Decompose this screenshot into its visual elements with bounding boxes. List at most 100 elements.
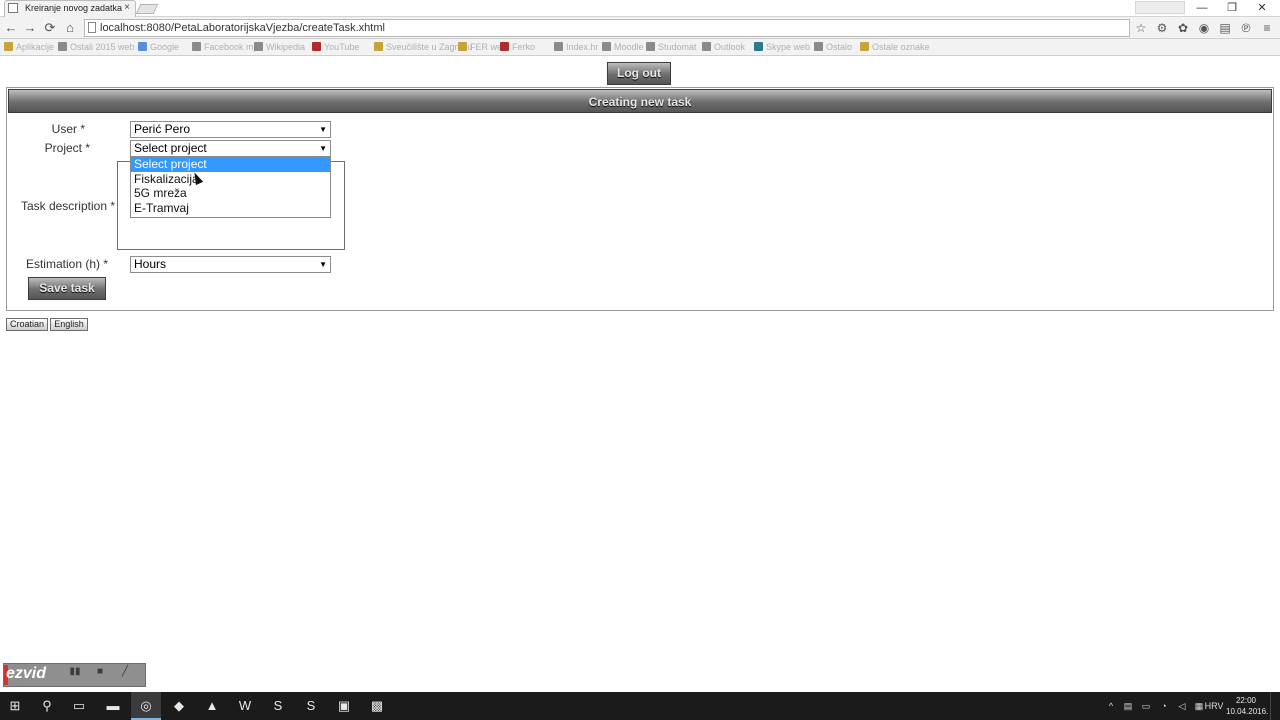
window-close-icon[interactable]: ✕ [1247, 0, 1277, 17]
visual-studio-icon[interactable]: ◆ [164, 692, 194, 720]
bookmark-item[interactable]: Ferko [500, 41, 552, 54]
home-icon[interactable]: ⌂ [61, 17, 79, 39]
bookmark-item[interactable]: FER web [458, 41, 507, 54]
user-select-value: Perić Pero [134, 122, 191, 136]
word-icon[interactable]: W [230, 692, 260, 720]
bookmark-item[interactable]: Ostalo [814, 41, 858, 54]
project-select-value: Select project [134, 141, 207, 155]
draw-icon[interactable]: ╱ [114, 665, 136, 685]
bookmark-item[interactable]: Skype web [754, 41, 812, 54]
bookmark-label: Ostalo [826, 42, 853, 52]
volume-icon[interactable]: ◁ [1174, 692, 1190, 720]
show-desktop-button[interactable] [1270, 692, 1280, 720]
bookmark-label: Ostali 2015 web [70, 42, 135, 52]
minimize-icon[interactable]: — [1187, 0, 1217, 17]
language-english-button[interactable]: English [50, 318, 88, 331]
bookmark-label: Skype web [766, 42, 811, 52]
tab-title: Kreiranje novog zadatka [25, 3, 123, 13]
stop-icon[interactable]: ■ [89, 665, 111, 685]
project-option[interactable]: Select project [131, 157, 330, 172]
forward-icon[interactable]: → [21, 17, 39, 39]
bookmark-item[interactable]: Google [138, 41, 190, 54]
bookmark-label: Index.hr [566, 42, 599, 52]
estimation-select[interactable]: Hours ▼ [130, 256, 331, 273]
bookmark-item[interactable]: YouTube [312, 41, 372, 54]
bookmark-icon [138, 42, 147, 51]
back-icon[interactable]: ← [2, 17, 20, 39]
task-description-label: Task description * [20, 199, 115, 213]
bookmark-icon [254, 42, 263, 51]
page-icon [88, 22, 96, 33]
skype-icon[interactable]: S [263, 692, 293, 720]
input-language[interactable]: HRV [1204, 692, 1224, 720]
bookmark-item[interactable]: Moodle [602, 41, 644, 54]
clock-time: 22:00 [1235, 696, 1257, 705]
reload-icon[interactable]: ⟳ [41, 17, 59, 39]
logout-button[interactable]: Log out [607, 62, 671, 85]
bookmark-icon [814, 42, 823, 51]
chevron-down-icon: ▼ [319, 125, 327, 134]
file-explorer-icon[interactable]: ▬ [98, 692, 128, 720]
bookmark-icon [192, 42, 201, 51]
chevron-down-icon: ▼ [319, 260, 327, 269]
user-select[interactable]: Perić Pero ▼ [130, 121, 331, 138]
bookmark-label: YouTube [324, 42, 360, 52]
bookmark-label: Outlook [714, 42, 746, 52]
bookmark-item[interactable]: Outlook [702, 41, 752, 54]
bookmark-icon [58, 42, 67, 51]
pause-icon[interactable]: ▮▮ [64, 665, 86, 685]
save-task-button[interactable]: Save task [28, 277, 106, 300]
project-select[interactable]: Select project ▼ [130, 140, 331, 157]
bookmark-label: Wikipedia [266, 42, 306, 52]
project-option[interactable]: Fiskalizacija [131, 172, 330, 187]
menu-icon[interactable]: ≡ [1258, 18, 1276, 38]
acrobat-icon[interactable]: ▲ [197, 692, 227, 720]
language-croatian-button[interactable]: Croatian [6, 318, 48, 331]
bookmark-star-icon[interactable]: ☆ [1132, 18, 1150, 38]
bookmark-icon [646, 42, 655, 51]
bookmark-item[interactable]: Sveučilište u Zagrebu [374, 41, 473, 54]
bookmark-icon [312, 42, 321, 51]
task-view-icon[interactable]: ▭ [64, 692, 94, 720]
bookmark-item[interactable]: Wikipedia [254, 41, 310, 54]
bookmark-label: Google [150, 42, 180, 52]
circle-extension-icon[interactable]: ◉ [1195, 18, 1213, 38]
start-button-icon[interactable]: ⊞ [0, 692, 30, 720]
bookmark-item[interactable]: Ostale oznake [860, 41, 932, 54]
settings-icon[interactable]: ⚙ [1153, 18, 1171, 38]
bookmark-icon [754, 42, 763, 51]
bookmark-icon [602, 42, 611, 51]
project-option[interactable]: 5G mreža [131, 186, 330, 201]
bookmark-item[interactable]: Facebook mj [192, 41, 256, 54]
estimation-select-value: Hours [134, 257, 167, 271]
bookmark-icon [374, 42, 383, 51]
network-icon[interactable]: ▤ [1120, 692, 1136, 720]
tab-close-icon[interactable]: × [122, 0, 132, 16]
maximize-icon[interactable]: ❐ [1217, 0, 1247, 17]
extension-icon[interactable]: ✿ [1174, 18, 1192, 38]
url-text[interactable]: localhost:8080/PetaLaboratorijskaVjezba/… [100, 20, 385, 36]
browser-tab[interactable]: Kreiranje novog zadatka [4, 0, 136, 17]
chrome-icon[interactable]: ◎ [131, 692, 161, 720]
estimation-label: Estimation (h) * [25, 257, 108, 271]
profile-badge[interactable] [1135, 1, 1185, 14]
pinterest-icon[interactable]: ℗ [1237, 18, 1255, 38]
bookmark-icon [458, 42, 467, 51]
bookmark-item[interactable]: Aplikacije [4, 41, 56, 54]
bookmark-icon [500, 42, 509, 51]
panel-title: Creating new task [8, 89, 1272, 113]
skype-business-icon[interactable]: S [296, 692, 326, 720]
system-clock[interactable]: 22:00 10.04.2016. [1226, 695, 1268, 719]
wifi-icon[interactable]: ◔ [1156, 692, 1172, 720]
notepad-icon[interactable]: ▣ [329, 692, 359, 720]
bookmark-item[interactable]: Ostali 2015 web [58, 41, 136, 54]
battery-icon[interactable]: ▭ [1138, 692, 1154, 720]
project-option[interactable]: E-Tramvaj [131, 201, 330, 216]
bookmark-item[interactable]: Studomat [646, 41, 700, 54]
page-extension-icon[interactable]: ▤ [1216, 18, 1234, 38]
search-icon[interactable]: ⚲ [32, 692, 62, 720]
app-icon[interactable]: ▩ [362, 692, 392, 720]
tray-chevron-icon[interactable]: ^ [1104, 692, 1118, 720]
bookmark-item[interactable]: Index.hr [554, 41, 600, 54]
tab-favicon-icon [8, 3, 18, 13]
